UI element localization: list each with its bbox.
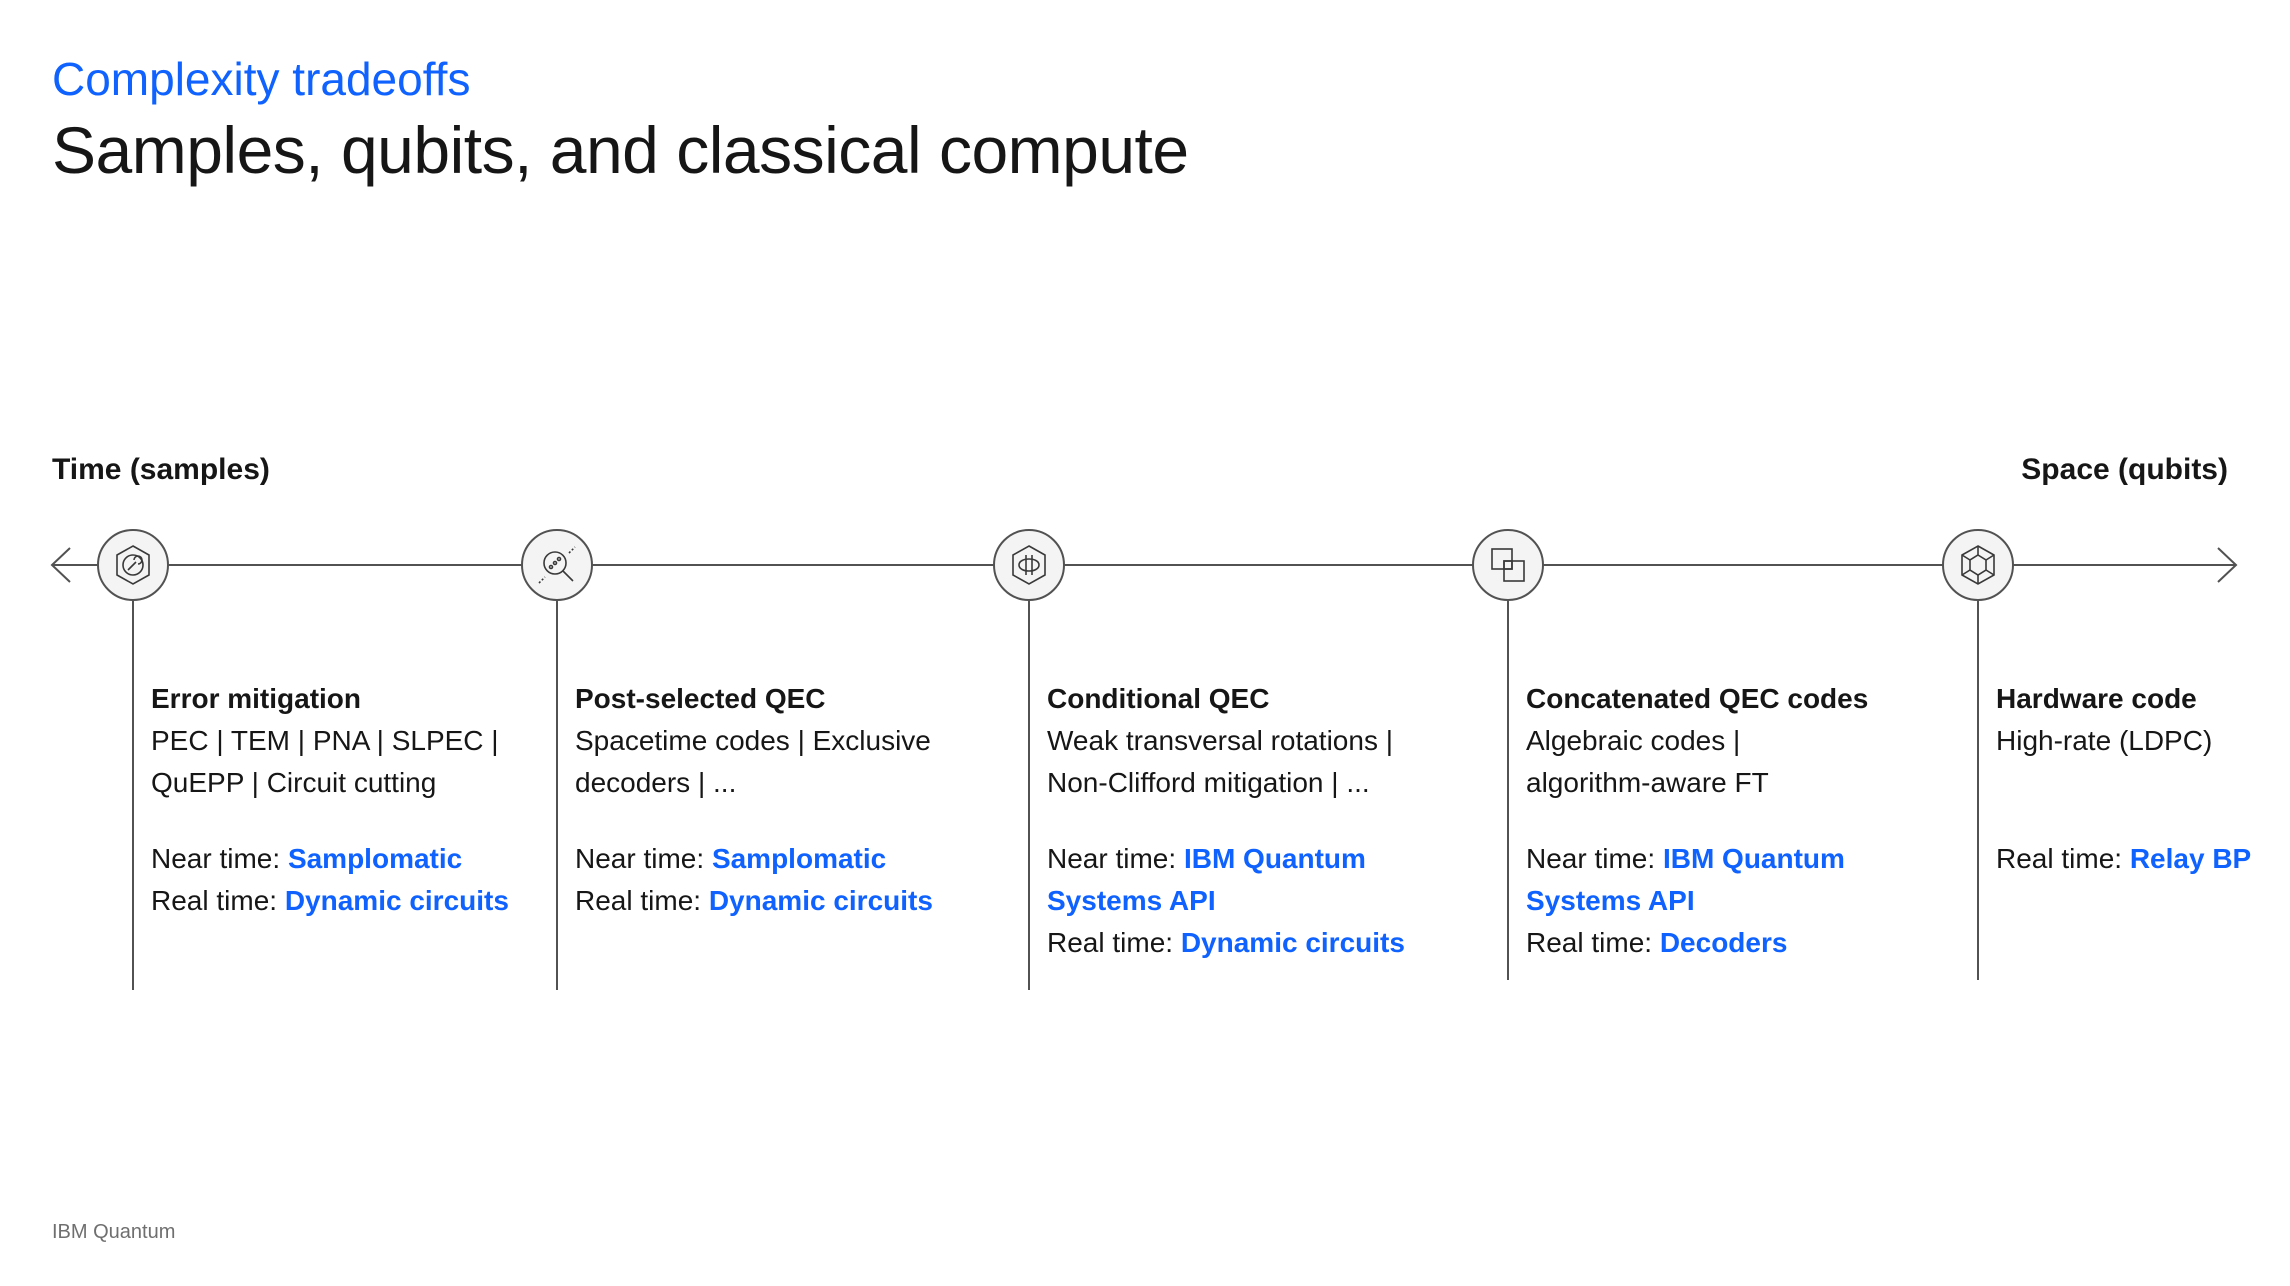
magnifier-icon — [538, 546, 576, 584]
near-time-link[interactable]: Samplomatic — [288, 843, 462, 874]
stage-desc-line: algorithm-aware FT — [1526, 767, 1769, 798]
stage-concatenated-qec: Concatenated QEC codes Algebraic codes |… — [1526, 678, 1868, 964]
stage-hardware-code: Hardware code High-rate (LDPC) Real time… — [1996, 678, 2251, 880]
node-concatenated-qec — [1472, 529, 1544, 601]
near-time-row: Near time: IBM Quantum — [1047, 838, 1405, 880]
near-time-link-continued[interactable]: Systems API — [1047, 880, 1405, 922]
hexagon-lattice-icon — [1961, 545, 1995, 585]
footer-brand: IBM Quantum — [52, 1221, 176, 1243]
near-time-row: Near time: Samplomatic — [151, 838, 509, 880]
near-time-label: Near time: — [151, 843, 288, 874]
stage-desc-line — [1996, 762, 2251, 804]
near-time-label: Near time: — [1047, 843, 1184, 874]
stage-desc-line: Weak transversal rotations | — [1047, 725, 1394, 756]
stage-desc-line: Spacetime codes | Exclusive — [575, 725, 931, 756]
near-time-label: Near time: — [575, 843, 712, 874]
stage-conditional-qec: Conditional QEC Weak transversal rotatio… — [1047, 678, 1405, 964]
real-time-label: Real time: — [1047, 927, 1181, 958]
stage-desc-line: High-rate (LDPC) — [1996, 725, 2213, 756]
near-time-link[interactable]: IBM Quantum — [1663, 843, 1845, 874]
near-time-row: Near time: IBM Quantum — [1526, 838, 1868, 880]
gear-hexagon-icon — [116, 545, 150, 585]
real-time-row: Real time: Dynamic circuits — [151, 880, 509, 922]
near-time-label: Near time: — [1526, 843, 1663, 874]
real-time-row: Real time: Dynamic circuits — [575, 880, 933, 922]
overlapping-squares-icon — [1491, 548, 1525, 582]
real-time-link[interactable]: Dynamic circuits — [709, 885, 933, 916]
node-hardware-code — [1942, 529, 2014, 601]
stage-desc-line: decoders | ... — [575, 767, 737, 798]
stage-title: Hardware code — [1996, 683, 2197, 714]
real-time-label: Real time: — [1526, 927, 1660, 958]
node-conditional-qec — [993, 529, 1065, 601]
near-time-link-continued[interactable]: Systems API — [1526, 880, 1868, 922]
stage-title: Post-selected QEC — [575, 683, 826, 714]
stage-desc-line: QuEPP | Circuit cutting — [151, 767, 437, 798]
stage-desc-line: Algebraic codes | — [1526, 725, 1741, 756]
stage-desc-line: PEC | TEM | PNA | SLPEC | — [151, 725, 499, 756]
real-time-label: Real time: — [1996, 843, 2130, 874]
hexagon-pulse-icon — [1012, 545, 1046, 585]
stage-title: Conditional QEC — [1047, 683, 1270, 714]
real-time-link[interactable]: Dynamic circuits — [285, 885, 509, 916]
real-time-row: Real time: Decoders — [1526, 922, 1868, 964]
real-time-link[interactable]: Relay BP — [2130, 843, 2251, 874]
node-error-mitigation — [97, 529, 169, 601]
stage-title: Concatenated QEC codes — [1526, 683, 1869, 714]
near-time-link[interactable]: IBM Quantum — [1184, 843, 1366, 874]
real-time-link[interactable]: Decoders — [1660, 927, 1788, 958]
stage-desc-line: Non-Clifford mitigation | ... — [1047, 767, 1370, 798]
timeline — [50, 547, 2238, 990]
stage-title: Error mitigation — [151, 683, 362, 714]
real-time-row: Real time: Relay BP — [1996, 838, 2251, 880]
near-time-row: Near time: Samplomatic — [575, 838, 933, 880]
real-time-label: Real time: — [151, 885, 285, 916]
stage-post-selected-qec: Post-selected QEC Spacetime codes | Excl… — [575, 678, 933, 922]
real-time-row: Real time: Dynamic circuits — [1047, 922, 1405, 964]
real-time-label: Real time: — [575, 885, 709, 916]
stage-error-mitigation: Error mitigation PEC | TEM | PNA | SLPEC… — [151, 678, 509, 922]
near-time-link[interactable]: Samplomatic — [712, 843, 886, 874]
node-post-selected-qec — [521, 529, 593, 601]
real-time-link[interactable]: Dynamic circuits — [1181, 927, 1405, 958]
